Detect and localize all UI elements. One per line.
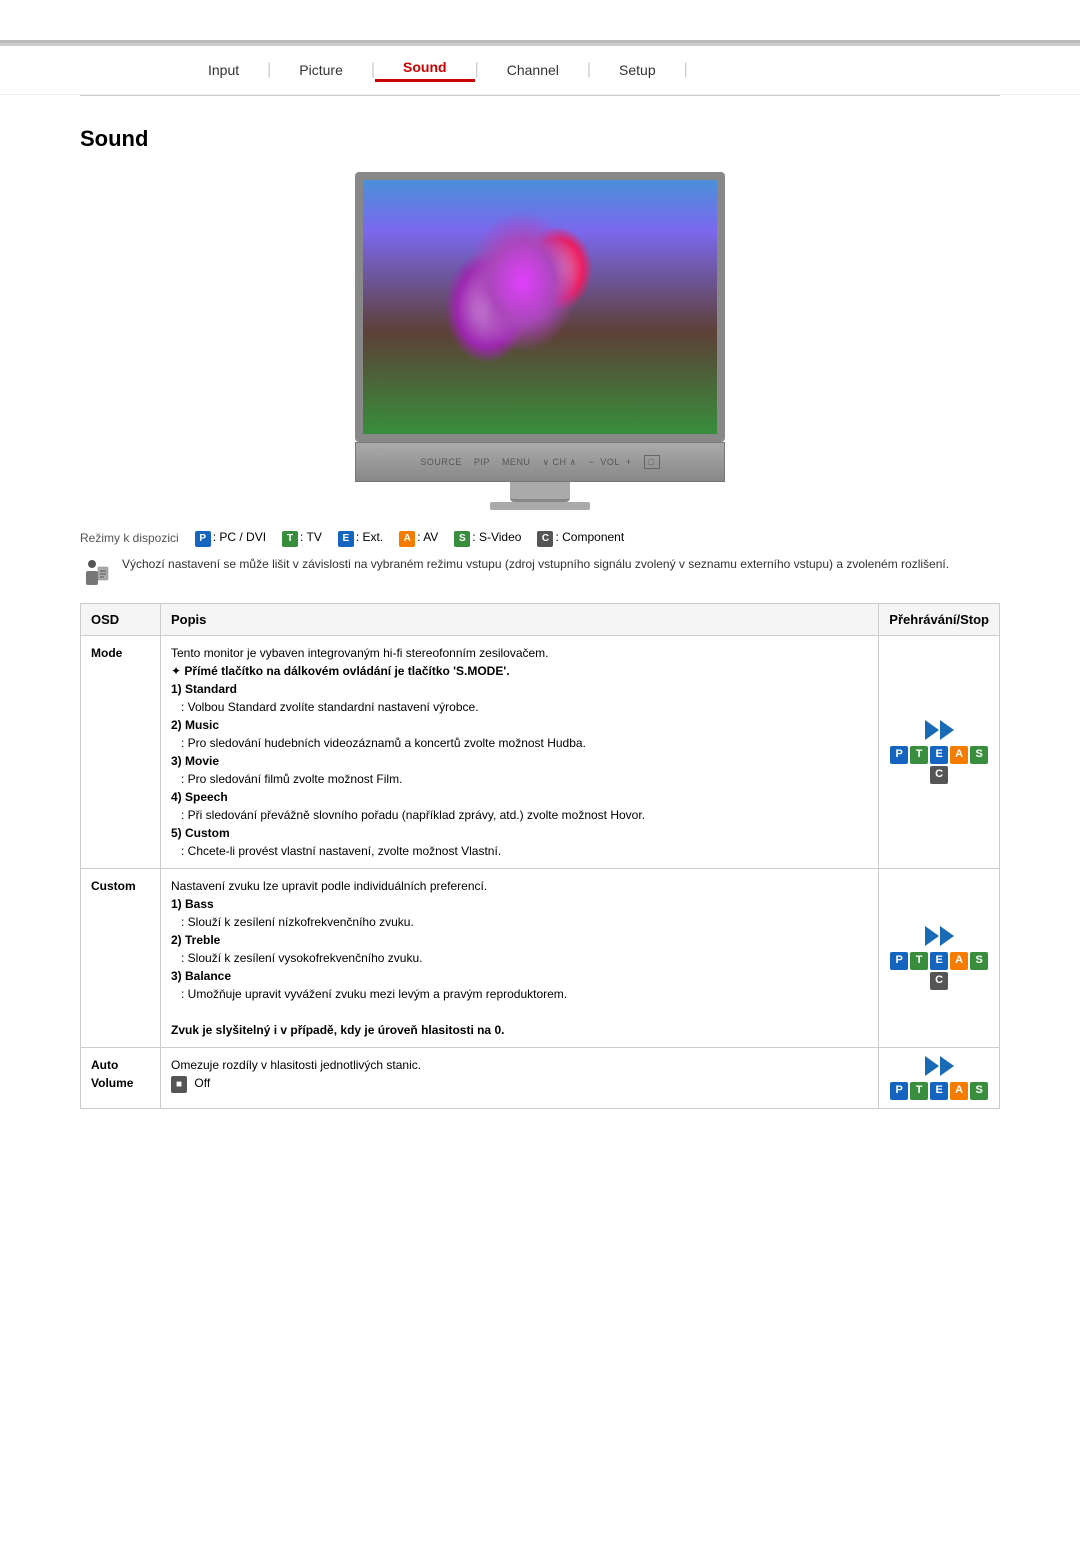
info-table: OSD Popis Přehrávání/Stop Mode Tento mon… <box>80 603 1000 1109</box>
note-text: Výchozí nastavení se může lišit v závisl… <box>122 557 949 571</box>
note-box: Výchozí nastavení se může lišit v závisl… <box>80 557 1000 589</box>
mode-a: A: AV <box>399 530 438 547</box>
play-autovolume: P T E A S <box>879 1047 1000 1108</box>
nav-item-sound[interactable]: Sound <box>375 59 475 82</box>
play-mode: P T E A S C <box>879 635 1000 868</box>
monitor-controls: SOURCE PIP MENU ∨ CH ∧ − VOL + □ <box>355 442 725 482</box>
nav-sep-5: | <box>684 61 688 79</box>
nav-item-channel[interactable]: Channel <box>479 62 587 78</box>
table-row: Custom Nastavení zvuku lze upravit podle… <box>81 868 1000 1047</box>
mode-t: T: TV <box>282 530 322 547</box>
play-custom: P T E A S C <box>879 868 1000 1047</box>
mode-c: C: Component <box>537 530 624 547</box>
table-header-popis: Popis <box>161 603 879 635</box>
table-header-play: Přehrávání/Stop <box>879 603 1000 635</box>
mode-p: P: PC / DVI <box>195 530 266 547</box>
monitor-image: SOURCE PIP MENU ∨ CH ∧ − VOL + □ <box>80 172 1000 510</box>
nav-item-setup[interactable]: Setup <box>591 62 684 78</box>
osd-custom: Custom <box>81 868 161 1047</box>
osd-mode: Mode <box>81 635 161 868</box>
mode-indicators: Režimy k dispozici P: PC / DVI T: TV E: … <box>80 530 1000 547</box>
monitor-screen <box>355 172 725 442</box>
mode-s: S: S-Video <box>454 530 521 547</box>
page-title: Sound <box>80 126 1000 152</box>
note-icon <box>80 557 112 589</box>
table-row: AutoVolume Omezuje rozdíly v hlasitosti … <box>81 1047 1000 1108</box>
mode-label: Režimy k dispozici <box>80 531 179 545</box>
popis-custom: Nastavení zvuku lze upravit podle indivi… <box>161 868 879 1047</box>
mode-e: E: Ext. <box>338 530 383 547</box>
nav-item-input[interactable]: Input <box>180 62 267 78</box>
table-header-osd: OSD <box>81 603 161 635</box>
table-row: Mode Tento monitor je vybaven integrovan… <box>81 635 1000 868</box>
nav-bar: Input | Picture | Sound | Channel | Setu… <box>0 43 1080 95</box>
popis-mode: Tento monitor je vybaven integrovaným hi… <box>161 635 879 868</box>
nav-item-picture[interactable]: Picture <box>271 62 371 78</box>
osd-autovolume: AutoVolume <box>81 1047 161 1108</box>
popis-autovolume: Omezuje rozdíly v hlasitosti jednotlivýc… <box>161 1047 879 1108</box>
